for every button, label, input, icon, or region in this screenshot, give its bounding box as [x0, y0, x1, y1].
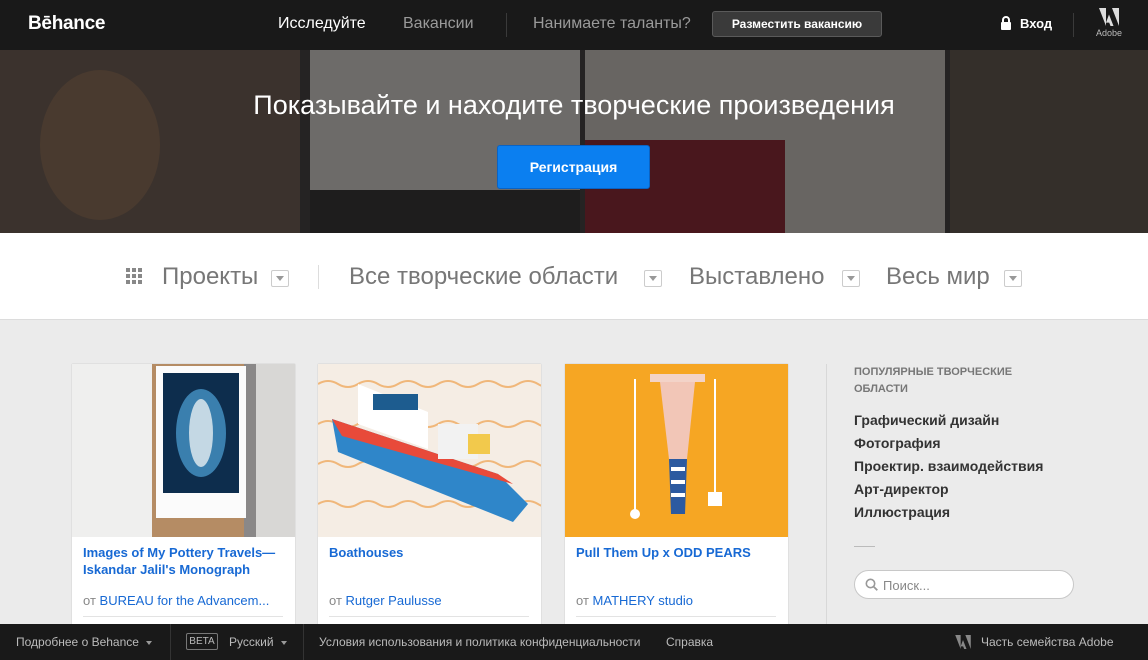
- project-image-boathouses: [318, 364, 541, 537]
- footer-about-menu[interactable]: Подробнее о Behance: [16, 635, 152, 649]
- caret-down-icon: [280, 640, 287, 645]
- footer-divider: [170, 624, 171, 660]
- owner-link[interactable]: BUREAU for the Advancem...: [100, 593, 270, 608]
- owner-link[interactable]: MATHERY studio: [593, 593, 693, 608]
- filter-featured[interactable]: Выставлено: [689, 263, 824, 291]
- behance-logo[interactable]: Bēhance: [28, 13, 105, 35]
- footer-about-label: Подробнее о Behance: [16, 635, 139, 649]
- search-box[interactable]: [854, 570, 1074, 599]
- sidebar-separator: [854, 546, 875, 547]
- footer-terms-link[interactable]: Условия использования и политика конфиде…: [319, 635, 640, 649]
- filter-divider: [318, 265, 319, 289]
- footer-language-label: Русский: [229, 635, 274, 649]
- project-image-odd-pears: [565, 364, 788, 537]
- login-link[interactable]: Вход: [1020, 16, 1052, 31]
- project-owner: от BUREAU for the Advancem...: [83, 593, 286, 608]
- project-title[interactable]: Boathouses: [329, 544, 532, 561]
- hero-overlay: [0, 50, 1148, 233]
- top-navigation: Bēhance Исследуйте Вакансии Нанимаете та…: [0, 0, 1148, 50]
- adobe-label: Adobe: [1096, 28, 1123, 38]
- project-title[interactable]: Images of My Pottery Travels— Iskandar J…: [83, 544, 286, 578]
- card-divider: [83, 616, 283, 617]
- owner-link[interactable]: Rutger Paulusse: [346, 593, 442, 608]
- caret-down-icon: [145, 640, 152, 645]
- footer-adobe-family-link[interactable]: Часть семейства Adobe: [981, 635, 1114, 649]
- post-job-button[interactable]: Разместить вакансию: [712, 11, 882, 37]
- nav-divider: [506, 13, 507, 37]
- hiring-question-link[interactable]: Нанимаете таланты?: [533, 15, 691, 33]
- card-divider: [329, 616, 529, 617]
- project-owner: от Rutger Paulusse: [329, 593, 532, 608]
- filter-creative-fields[interactable]: Все творческие области: [349, 263, 618, 291]
- adobe-icon: [1099, 8, 1119, 26]
- project-thumbnail[interactable]: [565, 364, 788, 537]
- project-thumbnail[interactable]: [72, 364, 295, 537]
- sidebar-item-graphic-design[interactable]: Графический дизайн: [854, 412, 999, 428]
- owner-prefix: от: [576, 593, 589, 608]
- search-icon: [865, 578, 878, 591]
- filter-projects[interactable]: Проекты: [162, 263, 258, 291]
- footer-language-menu[interactable]: Русский: [229, 635, 287, 649]
- project-title[interactable]: Pull Them Up x ODD PEARS: [576, 544, 779, 561]
- filter-bar: Проекты Все творческие области Выставлен…: [0, 233, 1148, 320]
- nav-jobs-link[interactable]: Вакансии: [403, 15, 474, 33]
- sidebar-item-photography[interactable]: Фотография: [854, 435, 941, 451]
- search-input[interactable]: [883, 575, 1063, 595]
- nav-explore-link[interactable]: Исследуйте: [278, 15, 366, 33]
- project-owner: от MATHERY studio: [576, 593, 779, 608]
- owner-prefix: от: [329, 593, 342, 608]
- project-thumbnail[interactable]: [318, 364, 541, 537]
- project-card[interactable]: Pull Them Up x ODD PEARS от MATHERY stud…: [565, 364, 788, 634]
- owner-prefix: от: [83, 593, 96, 608]
- filter-location[interactable]: Весь мир: [886, 263, 990, 291]
- chevron-down-icon: [847, 276, 855, 281]
- adobe-logo[interactable]: Adobe: [1096, 8, 1122, 48]
- beta-badge: BETA: [186, 633, 218, 650]
- grid-icon[interactable]: [126, 268, 142, 284]
- project-image-pottery: [72, 364, 295, 537]
- card-divider: [576, 616, 776, 617]
- sidebar-item-interaction-design[interactable]: Проектир. взаимодействия: [854, 458, 1043, 474]
- hero-banner: Показывайте и находите творческие произв…: [0, 50, 1148, 233]
- project-card[interactable]: Boathouses от Rutger Paulusse: [318, 364, 541, 634]
- signup-button[interactable]: Регистрация: [497, 145, 650, 189]
- filter-fields-dropdown[interactable]: [644, 270, 662, 287]
- project-card[interactable]: Images of My Pottery Travels— Iskandar J…: [72, 364, 295, 634]
- chevron-down-icon: [276, 276, 284, 281]
- chevron-down-icon: [649, 276, 657, 281]
- filter-location-dropdown[interactable]: [1004, 270, 1022, 287]
- footer-help-link[interactable]: Справка: [666, 635, 713, 649]
- sidebar-divider: [826, 364, 827, 624]
- filter-featured-dropdown[interactable]: [842, 270, 860, 287]
- filter-projects-dropdown[interactable]: [271, 270, 289, 287]
- chevron-down-icon: [1009, 276, 1017, 281]
- nav-divider-right: [1073, 13, 1074, 37]
- sidebar-item-illustration[interactable]: Иллюстрация: [854, 504, 950, 520]
- sidebar-heading: ПОПУЛЯРНЫЕ ТВОРЧЕСКИЕ ОБЛАСТИ: [854, 366, 1013, 395]
- lock-icon: [1001, 16, 1011, 30]
- sidebar-item-art-direction[interactable]: Арт-директор: [854, 481, 949, 497]
- footer-divider: [303, 624, 304, 660]
- footer-bar: Подробнее о Behance BETA Русский Условия…: [0, 624, 1148, 660]
- adobe-icon: [955, 635, 971, 649]
- hero-headline: Показывайте и находите творческие произв…: [253, 90, 895, 120]
